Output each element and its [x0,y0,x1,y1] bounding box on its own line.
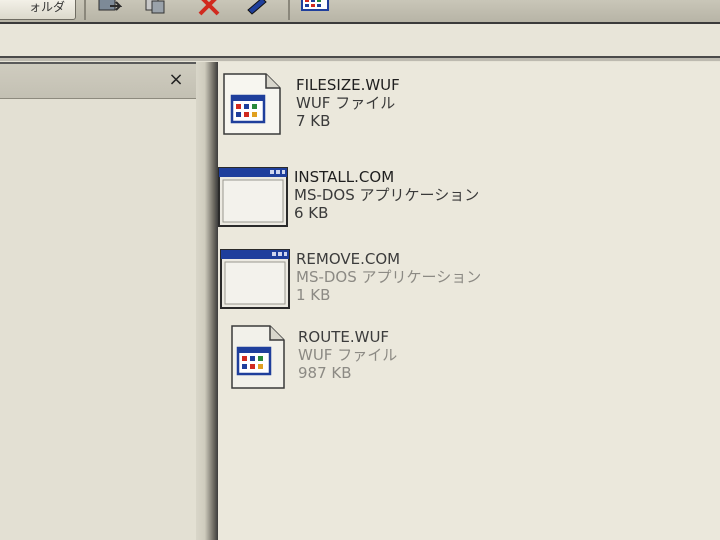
file-size: 987 KB [298,364,352,382]
wuf-file-icon [220,72,286,138]
views-icon[interactable] [300,0,329,16]
file-name: REMOVE.COM [296,250,401,268]
toolbar-separator [288,0,290,20]
left-pane: × [0,62,196,540]
undo-icon[interactable] [244,0,270,16]
close-icon[interactable]: × [166,70,186,90]
file-size: 1 KB [296,286,331,304]
list-item[interactable]: ROUTE.WUF WUF ファイル 987 KB [228,324,608,394]
file-list: FILESIZE.WUF WUF ファイル 7 KB INSTALL.COM M… [218,62,720,540]
file-size: 7 KB [296,112,331,130]
ms-dos-app-icon [218,164,288,230]
file-type: WUF ファイル [298,346,398,364]
file-name: INSTALL.COM [294,168,395,186]
list-item[interactable]: INSTALL.COM MS-DOS アプリケーション 6 KB [218,164,598,234]
file-type: WUF ファイル [296,94,396,112]
file-type: MS-DOS アプリケーション [294,186,480,204]
list-item[interactable]: REMOVE.COM MS-DOS アプリケーション 1 KB [220,246,600,316]
ms-dos-app-icon [220,246,290,312]
toolbar-separator [84,0,86,20]
pane-splitter[interactable] [196,62,218,540]
copy-to-icon[interactable] [144,0,170,16]
file-type: MS-DOS アプリケーション [296,268,482,286]
file-name: ROUTE.WUF [298,328,390,346]
back-button[interactable]: ォルダ [0,0,76,20]
list-item[interactable]: FILESIZE.WUF WUF ファイル 7 KB [220,72,600,142]
left-pane-header: × [0,62,196,99]
file-name: FILESIZE.WUF [296,76,400,94]
wuf-file-icon [228,324,294,390]
file-size: 6 KB [294,204,329,222]
toolbar: ォルダ [0,0,720,24]
address-bar-area [0,24,720,58]
move-to-icon[interactable] [96,0,123,16]
delete-icon[interactable] [196,0,222,16]
divider [0,58,720,61]
